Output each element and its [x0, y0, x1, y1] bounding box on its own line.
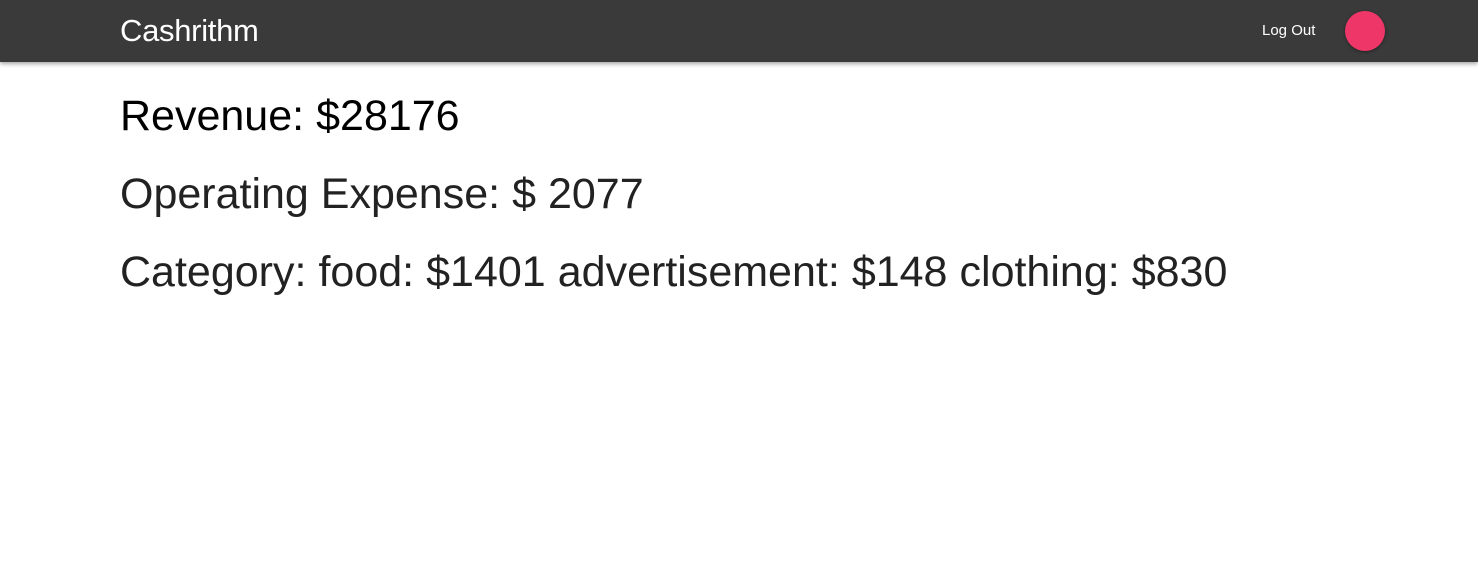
revenue-value: $28176	[316, 92, 460, 140]
category-food-name: food:	[318, 248, 415, 296]
avatar-icon[interactable]	[1345, 11, 1385, 51]
category-food-amount: $1401	[426, 248, 546, 296]
category-label: Category:	[120, 248, 307, 296]
brand-logo-text[interactable]: Cashrithm	[120, 11, 259, 51]
operating-expense-value: $ 2077	[512, 170, 644, 218]
category-heading: Category: food: $1401 advertisement: $148 clo…	[120, 246, 1420, 298]
summary-section: Revenue: $28176 Operating Expense: $ 2077 …	[120, 90, 1420, 298]
operating-expense-heading: Operating Expense: $ 2077	[120, 168, 1420, 220]
category-clothing-amount: $830	[1131, 248, 1228, 296]
category-advertisement-name: advertisement:	[557, 248, 840, 296]
logout-button[interactable]: Log Out	[1262, 20, 1315, 42]
category-clothing-name: clothing:	[959, 248, 1120, 296]
revenue-label: Revenue:	[120, 92, 305, 140]
revenue-heading: Revenue: $28176	[120, 90, 1420, 142]
operating-expense-label: Operating Expense:	[120, 170, 501, 218]
top-navbar: Cashrithm Log Out	[0, 0, 1478, 62]
category-advertisement-amount: $148	[851, 248, 948, 296]
